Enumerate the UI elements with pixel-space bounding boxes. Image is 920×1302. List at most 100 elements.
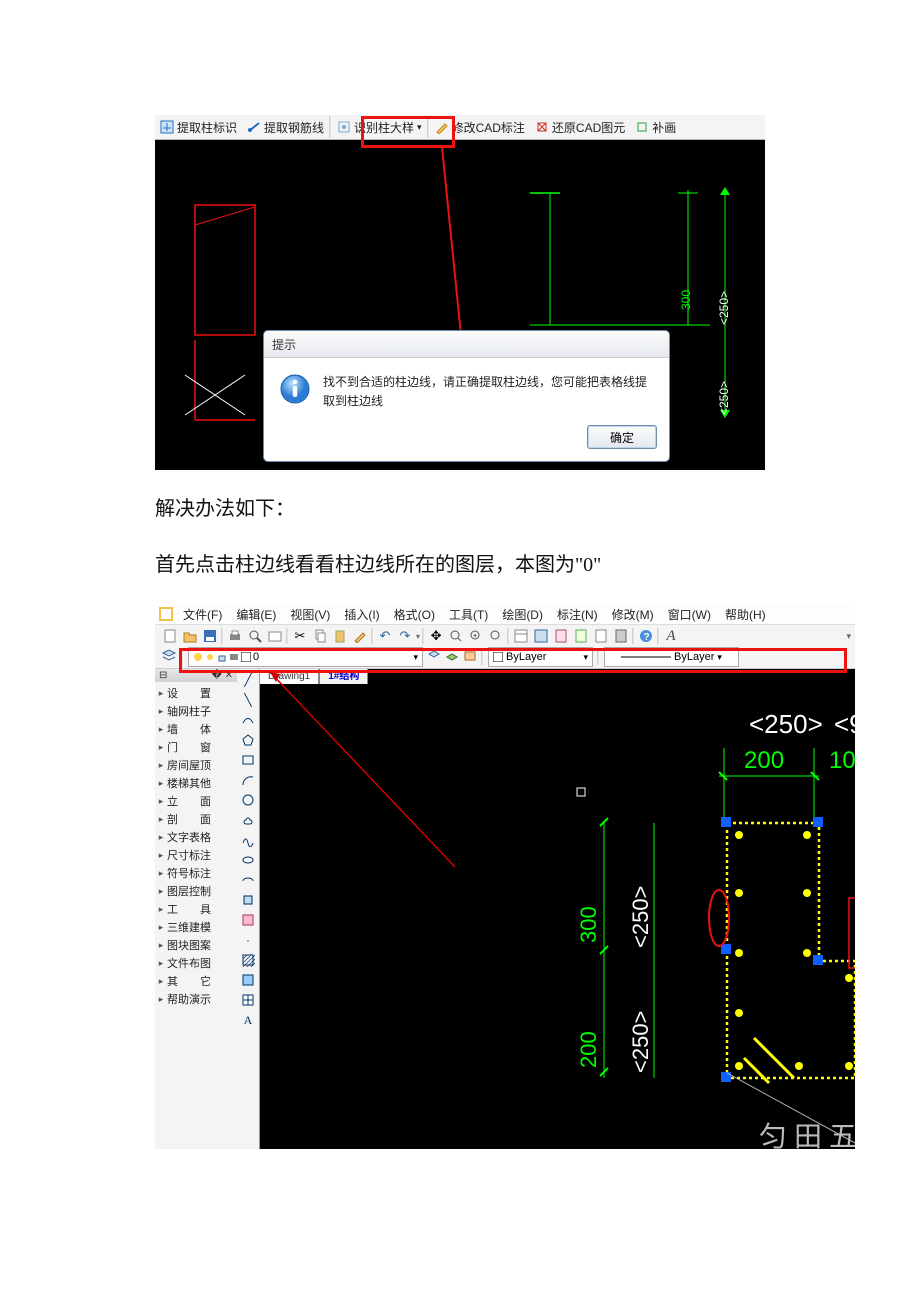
cad-canvas-2[interactable]: Drawing1 1#结构 <250> 200 <9 10 — [259, 668, 855, 1149]
rectangle-icon[interactable] — [240, 752, 256, 768]
svg-text:?: ? — [644, 632, 650, 643]
preview-icon[interactable] — [246, 627, 264, 645]
tab-drawing1[interactable]: Drawing1 — [259, 668, 319, 684]
svg-text:10: 10 — [829, 747, 855, 774]
ellipse-icon[interactable] — [240, 852, 256, 868]
svg-text:匀 田 五: 匀 田 五 — [759, 1121, 855, 1149]
menu-draw[interactable]: 绘图(D) — [496, 606, 549, 623]
menu-dim[interactable]: 标注(N) — [551, 606, 604, 623]
side-item-2[interactable]: 墙 体 — [155, 720, 237, 738]
side-item-9[interactable]: 尺寸标注 — [155, 846, 237, 864]
gradient-icon[interactable] — [240, 972, 256, 988]
dialog-title: 提示 — [264, 331, 669, 358]
dcenter-icon[interactable] — [532, 627, 550, 645]
new-icon[interactable] — [161, 627, 179, 645]
layeriso-icon[interactable] — [463, 649, 477, 666]
paste-icon[interactable] — [331, 627, 349, 645]
circle-icon[interactable] — [240, 792, 256, 808]
layer-manager-icon[interactable] — [161, 648, 177, 667]
side-item-16[interactable]: 其 它 — [155, 972, 237, 990]
plot-icon[interactable] — [266, 627, 284, 645]
side-item-1[interactable]: 轴网柱子 — [155, 702, 237, 720]
prop-icon[interactable] — [512, 627, 530, 645]
side-item-8[interactable]: 文字表格 — [155, 828, 237, 846]
side-item-6[interactable]: 立 面 — [155, 792, 237, 810]
sheet-icon[interactable] — [572, 627, 590, 645]
color-dropdown[interactable]: ByLayer▾ — [488, 647, 593, 667]
menu-help[interactable]: 帮助(H) — [719, 606, 772, 623]
xline-icon[interactable]: ╲ — [240, 692, 256, 708]
copy-icon[interactable] — [311, 627, 329, 645]
zoom-prev-icon[interactable] — [487, 627, 505, 645]
side-panel[interactable]: ⊟� ✕ 设 置轴网柱子墙 体门 窗房间屋顶楼梯其他立 面剖 面文字表格尺寸标注… — [155, 668, 238, 1149]
standard-toolbar[interactable]: ✂ ↶ ↷ ▾ ✥ + ? A ▾ — [155, 624, 855, 648]
cut-icon[interactable]: ✂ — [291, 627, 309, 645]
markup-icon[interactable] — [592, 627, 610, 645]
spline-icon[interactable] — [240, 832, 256, 848]
menu-modify[interactable]: 修改(M) — [606, 606, 660, 623]
open-icon[interactable] — [181, 627, 199, 645]
menu-format[interactable]: 格式(O) — [388, 606, 441, 623]
side-item-7[interactable]: 剖 面 — [155, 810, 237, 828]
tab-structure[interactable]: 1#结构 — [319, 668, 368, 684]
revcloud-icon[interactable] — [240, 812, 256, 828]
side-item-15[interactable]: 文件布图 — [155, 954, 237, 972]
calc-icon[interactable] — [612, 627, 630, 645]
mtext-icon[interactable]: A — [240, 1012, 256, 1028]
side-item-4[interactable]: 房间屋顶 — [155, 756, 237, 774]
undo-icon[interactable]: ↶ — [376, 627, 394, 645]
text-style-icon[interactable]: A — [662, 627, 680, 645]
toolpal-icon[interactable] — [552, 627, 570, 645]
table-icon[interactable] — [240, 992, 256, 1008]
menu-window[interactable]: 窗口(W) — [662, 606, 717, 623]
dim-250-top: <250> — [749, 709, 823, 739]
side-item-14[interactable]: 图块图案 — [155, 936, 237, 954]
menu-file[interactable]: 文件(F) — [177, 606, 228, 623]
pan-icon[interactable]: ✥ — [427, 627, 445, 645]
close-icon[interactable]: � ✕ — [212, 670, 233, 681]
drawing-tabs[interactable]: Drawing1 1#结构 — [259, 668, 368, 684]
save-icon[interactable] — [201, 627, 219, 645]
side-item-17[interactable]: 帮助演示 — [155, 990, 237, 1008]
paragraph-step-1: 首先点击柱边线看看柱边线所在的图层，本图为"0" — [155, 548, 765, 582]
bulb-on-icon — [193, 652, 203, 662]
menu-edit[interactable]: 编辑(E) — [230, 606, 282, 623]
point-icon[interactable]: · — [240, 932, 256, 948]
pline-icon[interactable] — [240, 712, 256, 728]
side-item-5[interactable]: 楼梯其他 — [155, 774, 237, 792]
menu-bar[interactable]: 文件(F) 编辑(E) 视图(V) 插入(I) 格式(O) 工具(T) 绘图(D… — [155, 604, 855, 624]
help-icon[interactable]: ? — [637, 627, 655, 645]
line-icon[interactable]: ╱ — [240, 672, 256, 688]
ok-button[interactable]: 确定 — [587, 425, 657, 449]
hatch-icon[interactable] — [240, 952, 256, 968]
figure-1: 提取柱标识 提取钢筋线 识别柱大样 ▾ 修改CAD标注 还原CAD图元 — [155, 115, 765, 470]
side-item-3[interactable]: 门 窗 — [155, 738, 237, 756]
layerprev-icon[interactable] — [445, 649, 459, 666]
side-item-12[interactable]: 工 具 — [155, 900, 237, 918]
menu-view[interactable]: 视图(V) — [284, 606, 336, 623]
polygon-icon[interactable] — [240, 732, 256, 748]
redo-icon[interactable]: ↷ — [396, 627, 414, 645]
print-icon[interactable] — [226, 627, 244, 645]
sun-icon — [205, 652, 215, 662]
draw-toolbar-vertical[interactable]: ╱ ╲ · A — [237, 668, 260, 1149]
layer-dropdown[interactable]: 0 ▾ — [188, 647, 423, 667]
zoom-window-icon[interactable]: + — [467, 627, 485, 645]
matchprop-icon[interactable] — [351, 627, 369, 645]
layer-properties-toolbar[interactable]: 0 ▾ ByLayer▾ ByLayer▾ — [155, 646, 855, 669]
zoom-realtime-icon[interactable] — [447, 627, 465, 645]
linetype-dropdown[interactable]: ByLayer▾ — [604, 647, 739, 667]
menu-tools[interactable]: 工具(T) — [443, 606, 494, 623]
arc-icon[interactable] — [240, 772, 256, 788]
side-item-0[interactable]: 设 置 — [155, 684, 237, 702]
insert-icon[interactable] — [240, 892, 256, 908]
layermatch-icon[interactable] — [427, 649, 441, 666]
block-icon[interactable] — [240, 912, 256, 928]
dialog-message: 找不到合适的柱边线，请正确提取柱边线，您可能把表格线提取到柱边线 — [323, 373, 654, 411]
side-item-13[interactable]: 三维建模 — [155, 918, 237, 936]
side-item-11[interactable]: 图层控制 — [155, 882, 237, 900]
ellipse-arc-icon[interactable] — [240, 872, 256, 888]
menu-insert[interactable]: 插入(I) — [338, 606, 385, 623]
dim-200-top: 200 — [744, 747, 784, 774]
side-item-10[interactable]: 符号标注 — [155, 864, 237, 882]
